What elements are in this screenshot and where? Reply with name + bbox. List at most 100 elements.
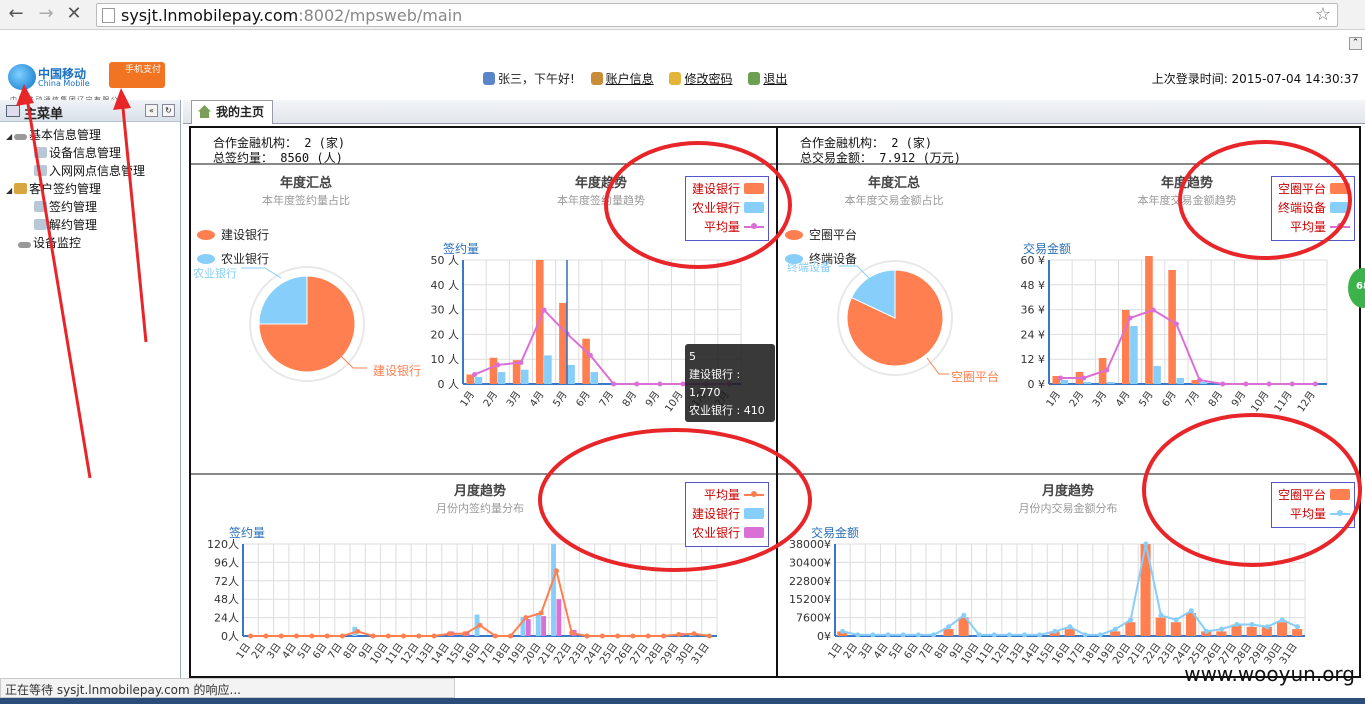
- right-monthly-bar: [1064, 629, 1075, 636]
- sidebar-item-cancel[interactable]: 解约管理: [34, 216, 97, 233]
- left-monthly-avg-point: [645, 633, 651, 639]
- legend-line: [1330, 223, 1350, 229]
- arrow-right-icon[interactable]: →: [36, 4, 56, 24]
- right-annual-subtitle: 本年度交易金额占比: [844, 194, 944, 207]
- right-monthly-ylabel: 交易金额: [811, 526, 860, 540]
- address-bar[interactable]: sysjt.lnmobilepay.com:8002/mpsweb/main ☆: [96, 3, 1338, 27]
- left-monthly-xtick: 6日: [311, 641, 329, 661]
- legend-swatch: [197, 230, 215, 240]
- left-monthly-xtick: 8日: [342, 641, 360, 661]
- right-trend-ytick: 12 ¥: [1021, 353, 1046, 366]
- left-trend-ytick: 10 人: [431, 353, 460, 366]
- sidebar-title: 主菜单: [24, 107, 64, 122]
- legend-item-platform[interactable]: 空圈平台: [1276, 180, 1350, 199]
- legend-item-terminal[interactable]: 终端设备: [1276, 199, 1350, 218]
- right-monthly-avg-point: [961, 612, 967, 618]
- right-monthly-ytick: 30400¥: [789, 556, 831, 569]
- right-monthly-xtick: 2日: [842, 641, 860, 661]
- left-monthly-avg-point: [706, 633, 712, 639]
- greeting: 张三，下午好!: [483, 70, 575, 87]
- left-trend-xtick: 2月: [481, 389, 500, 409]
- legend-item-platform[interactable]: 空圈平台: [1276, 486, 1350, 505]
- left-trend-bar: [582, 338, 590, 384]
- left-trend-xtick: 6月: [574, 389, 593, 409]
- right-monthly-ytick: 0¥: [817, 630, 831, 643]
- right-monthly-avg-point: [1234, 622, 1240, 627]
- right-monthly-xtick: 5日: [887, 641, 905, 661]
- dashboard-charts: 0 人10 人20 人30 人40 人50 人1月 2月 3月 4月 5月 6月 7月 8月 9…: [191, 128, 1359, 676]
- star-icon[interactable]: ☆: [1315, 4, 1331, 25]
- legend-swatch: [1330, 489, 1350, 500]
- right-trend-bar: [1199, 382, 1208, 384]
- right-trend-ylabel: 交易金额: [1023, 242, 1072, 256]
- logout-link[interactable]: 退出: [748, 70, 787, 87]
- left-monthly-xtick: 5日: [296, 641, 314, 661]
- right-trend-bar: [1130, 326, 1138, 384]
- sidebar-item-device-monitor[interactable]: 设备监控: [18, 234, 81, 251]
- right-monthly-avg-point: [1188, 608, 1194, 614]
- legend-item-avg[interactable]: 平均量: [1276, 505, 1350, 524]
- left-monthly-avg-point: [569, 630, 575, 636]
- users-icon: [14, 183, 27, 194]
- account-info-link[interactable]: 账户信息: [590, 70, 654, 87]
- right-monthly-subtitle: 月份内交易金额分布: [1018, 502, 1118, 515]
- account-info-text[interactable]: 账户信息: [606, 72, 654, 86]
- tree-expand-icon[interactable]: ◢: [6, 186, 14, 195]
- right-pie-legend-platform[interactable]: 空圈平台: [785, 226, 857, 243]
- legend-item-ccb[interactable]: 建设银行: [690, 180, 764, 199]
- logout-text[interactable]: 退出: [763, 72, 787, 86]
- taskbar: [0, 698, 1365, 704]
- left-monthly-xtick: 1日: [235, 641, 253, 661]
- legend-item-avg[interactable]: 平均量: [690, 218, 764, 237]
- change-password-text[interactable]: 修改密码: [684, 72, 732, 86]
- left-trend-bar: [544, 355, 552, 384]
- right-summary-total: 总交易金额： 7.912 (万元): [800, 151, 962, 165]
- legend-swatch: [1330, 183, 1350, 194]
- legend-item-abc[interactable]: 农业银行: [690, 524, 764, 543]
- left-monthly-ylabel: 签约量: [229, 526, 266, 540]
- right-pie-label-terminal: 终端设备: [787, 261, 831, 274]
- left-monthly-avg-point: [324, 633, 330, 639]
- close-icon[interactable]: ✕: [64, 4, 84, 24]
- right-trend-avg-point: [1104, 367, 1110, 373]
- left-trend-ylabel: 签约量: [443, 242, 480, 256]
- right-trend-avg-point: [1312, 381, 1318, 387]
- right-trend-avg-point: [1058, 375, 1064, 381]
- sidebar-item-contract[interactable]: 签约管理: [34, 198, 97, 215]
- right-trend-subtitle: 本年度交易金额趋势: [1137, 194, 1237, 207]
- right-trend-xtick: 4月: [1113, 389, 1132, 409]
- app-header: 中国移动 China Mobile 中国移动通信集团辽宁有限公司 手机支付 张三…: [0, 56, 1365, 104]
- left-pie-legend-ccb[interactable]: 建设银行: [197, 226, 269, 243]
- right-monthly-avg-point: [1219, 626, 1225, 632]
- legend-item-abc[interactable]: 农业银行: [690, 199, 764, 218]
- legend-item-ccb[interactable]: 建设银行: [690, 505, 764, 524]
- url-text: sysjt.lnmobilepay.com:8002/mpsweb/main: [121, 6, 462, 25]
- legend-swatch: [785, 230, 803, 240]
- legend-item-avg[interactable]: 平均量: [690, 486, 764, 505]
- left-trend-xtick: 5月: [550, 389, 569, 409]
- right-trend-avg-point: [1127, 315, 1133, 321]
- tree-expand-icon[interactable]: ◢: [6, 132, 14, 141]
- right-monthly-xtick: 1日: [827, 641, 845, 661]
- sidebar-item-outlet-info[interactable]: 入网网点信息管理: [34, 162, 145, 179]
- change-password-link[interactable]: 修改密码: [669, 70, 733, 87]
- right-trend-xtick: 2月: [1067, 389, 1086, 409]
- refresh-icon[interactable]: ↻: [162, 104, 175, 117]
- legend-item-avg[interactable]: 平均量: [1276, 218, 1350, 237]
- sidebar-item-device-info[interactable]: 设备信息管理: [34, 144, 121, 161]
- arrow-left-icon[interactable]: ←: [6, 4, 26, 24]
- legend-label: 农业银行: [221, 252, 270, 266]
- collapse-left-icon[interactable]: «: [145, 104, 158, 117]
- left-monthly-avg-point: [615, 633, 621, 639]
- collapse-icon[interactable]: ⌃: [1349, 37, 1362, 50]
- tab-home[interactable]: 我的主页: [191, 100, 274, 124]
- left-monthly-avg-point: [584, 633, 590, 639]
- left-monthly-xtick: 4日: [281, 641, 299, 661]
- legend-swatch: [1330, 202, 1350, 213]
- left-monthly-avg-point: [538, 610, 544, 616]
- left-monthly-ytick: 24人: [214, 612, 239, 625]
- sidebar-item-customer-contract[interactable]: ◢ 客户签约管理: [6, 180, 101, 197]
- right-trend-avg-point: [1150, 307, 1156, 313]
- sidebar-item-basic-info[interactable]: ◢ 基本信息管理: [6, 126, 101, 143]
- right-monthly-bar: [1276, 622, 1288, 636]
